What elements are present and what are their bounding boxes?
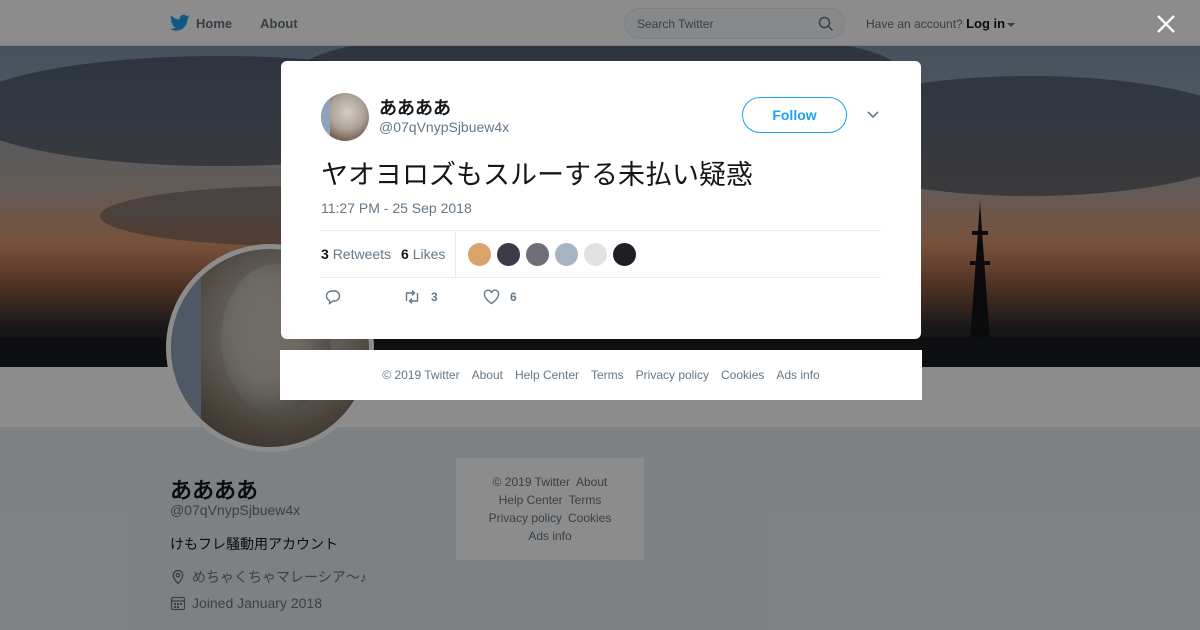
likes-stat[interactable]: 6 Likes (401, 246, 445, 262)
close-icon[interactable] (1156, 14, 1176, 34)
like-count: 6 (510, 290, 517, 304)
liker-avatar[interactable] (525, 242, 550, 267)
chevron-down-icon[interactable] (866, 110, 880, 120)
like-button[interactable]: 6 (483, 289, 517, 305)
tweet-stats: 3 Retweets 6 Likes (321, 230, 881, 278)
footer-terms-link[interactable]: Terms (591, 368, 624, 382)
tweet-timestamp[interactable]: 11:27 PM - 25 Sep 2018 (321, 200, 472, 216)
liker-avatar[interactable] (554, 242, 579, 267)
tweet-modal: ああああ @07qVnypSjbuew4x Follow ヤオヨロズもスルーする… (281, 61, 921, 339)
footer-help-link[interactable]: Help Center (515, 368, 579, 382)
retweet-count: 3 (431, 290, 438, 304)
retweets-stat[interactable]: 3 Retweets (321, 246, 391, 262)
retweet-icon (405, 290, 419, 304)
follow-button[interactable]: Follow (742, 97, 847, 133)
retweets-label: Retweets (332, 246, 392, 262)
retweets-count: 3 (321, 246, 329, 262)
footer-copyright: © 2019 Twitter (382, 368, 460, 382)
footer-cookies-link[interactable]: Cookies (721, 368, 764, 382)
reply-button[interactable] (325, 289, 351, 305)
footer-about-link[interactable]: About (472, 368, 503, 382)
reply-icon (325, 290, 341, 305)
liker-avatar[interactable] (467, 242, 492, 267)
tweet-author-handle[interactable]: @07qVnypSjbuew4x (379, 119, 509, 135)
liker-avatars (467, 242, 641, 267)
stats-divider (455, 231, 456, 277)
heart-icon (483, 289, 500, 305)
tweet-author-name[interactable]: ああああ (379, 94, 451, 120)
likes-label: Likes (412, 246, 446, 262)
footer-privacy-link[interactable]: Privacy policy (636, 368, 709, 382)
avatar-door (321, 93, 330, 141)
liker-avatar[interactable] (612, 242, 637, 267)
tweet-text: ヤオヨロズもスルーする未払い疑惑 (321, 160, 753, 190)
modal-footer: © 2019 Twitter About Help Center Terms P… (280, 350, 922, 400)
tweet-avatar[interactable] (321, 93, 369, 141)
retweet-button[interactable]: 3 (403, 289, 438, 305)
liker-avatar[interactable] (583, 242, 608, 267)
tweet-actions: 3 6 (321, 289, 721, 309)
liker-avatar[interactable] (496, 242, 521, 267)
likes-count: 6 (401, 246, 409, 262)
footer-ads-link[interactable]: Ads info (776, 368, 819, 382)
